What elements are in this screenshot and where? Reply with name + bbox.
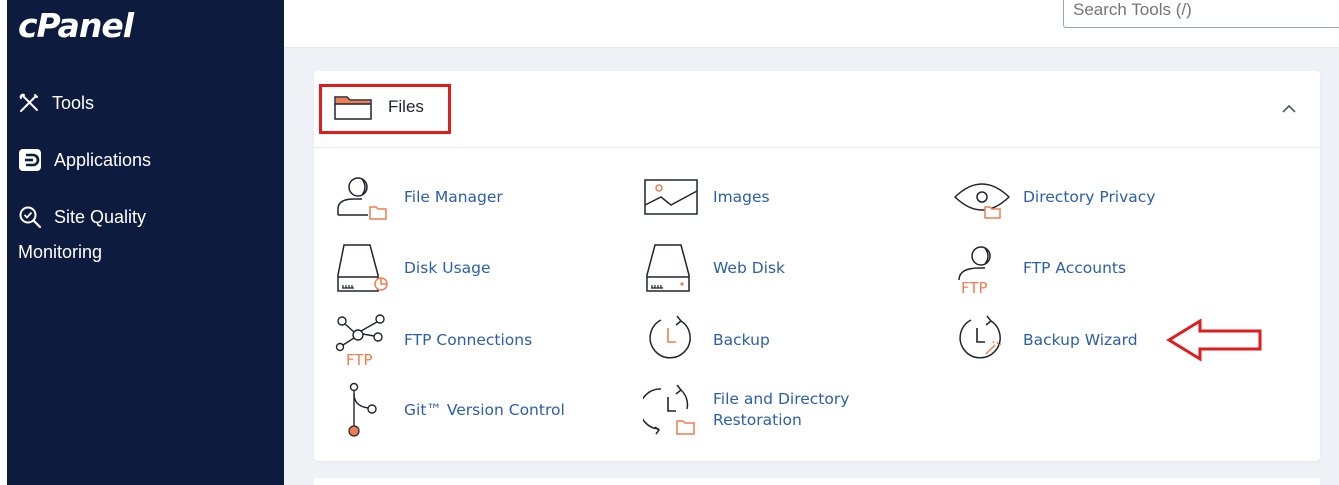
search-tools-input[interactable] [1063, 0, 1339, 28]
sidebar-item-label: Tools [52, 92, 95, 113]
tool-disk-usage[interactable]: Disk Usage [334, 243, 491, 293]
file-manager-icon [337, 177, 387, 220]
tool-ftp-connections[interactable]: FTP FTP Connections [334, 314, 533, 367]
tool-backup[interactable]: Backup [643, 315, 770, 365]
files-panel-header[interactable]: Files [314, 71, 1320, 148]
images-icon [644, 179, 698, 215]
sidebar-item-site-quality[interactable]: Site Quality [18, 205, 146, 229]
tool-label: FTP Connections [404, 330, 533, 349]
cpanel-logo[interactable]: cPanel [18, 6, 134, 45]
tool-label-line: File and Directory [713, 390, 850, 408]
sidebar-item-label: Applications [54, 149, 152, 170]
tool-directory-privacy[interactable]: Directory Privacy [953, 172, 1155, 222]
panel-title-text: Files [388, 97, 424, 116]
svg-text:FTP: FTP [961, 279, 988, 294]
ftp-accounts-icon: FTP [958, 246, 991, 294]
tool-label: File and Directory Restoration [713, 389, 849, 431]
eye-icon [953, 183, 1011, 219]
tool-label: Disk Usage [404, 258, 491, 277]
restoration-icon [643, 384, 695, 435]
git-icon [348, 382, 377, 437]
red-arrow-annotation [1166, 318, 1262, 362]
backup-wizard-icon [959, 315, 1002, 359]
tool-ftp-accounts[interactable]: FTP FTP Accounts [953, 243, 1127, 294]
tool-label: FTP Accounts [1023, 258, 1127, 277]
tool-git-version-control[interactable]: Git™ Version Control [334, 382, 565, 437]
folder-icon [334, 96, 372, 120]
tool-label: Web Disk [713, 258, 786, 277]
left-edge [0, 0, 7, 485]
tool-label: Images [713, 187, 770, 206]
ftp-connections-icon: FTP [335, 314, 385, 367]
sidebar-item-label-continued[interactable]: Monitoring [18, 242, 102, 263]
sidebar: cPanel Tools Applications Site Quality M… [7, 0, 284, 485]
tool-file-and-directory-restoration[interactable]: File and Directory Restoration [643, 384, 849, 435]
sidebar-item-applications[interactable]: Applications [18, 148, 151, 172]
disk-usage-icon [337, 244, 388, 292]
panel-title: Files [334, 94, 424, 120]
tool-label: Git™ Version Control [404, 400, 565, 419]
tool-label: Directory Privacy [1023, 187, 1156, 206]
svg-text:FTP: FTP [346, 351, 373, 367]
web-disk-icon [646, 244, 690, 292]
tool-label: Backup [713, 330, 770, 349]
sidebar-item-label: Site Quality [54, 206, 147, 227]
tool-backup-wizard[interactable]: Backup Wizard [953, 315, 1138, 365]
tool-file-manager[interactable]: File Manager [334, 172, 503, 222]
tool-web-disk[interactable]: Web Disk [643, 243, 785, 293]
applications-icon [19, 149, 41, 171]
chevron-up-icon[interactable] [1282, 104, 1296, 113]
sidebar-item-tools[interactable]: Tools [18, 92, 94, 114]
tool-label: Backup Wizard [1023, 330, 1138, 349]
tool-label-line: Restoration [713, 411, 802, 429]
tool-images[interactable]: Images [643, 172, 770, 222]
magnifier-check-icon [19, 206, 42, 229]
backup-icon [649, 315, 691, 359]
tool-label: File Manager [404, 187, 503, 206]
next-panel-edge [314, 478, 1320, 485]
tools-icon [19, 93, 38, 112]
